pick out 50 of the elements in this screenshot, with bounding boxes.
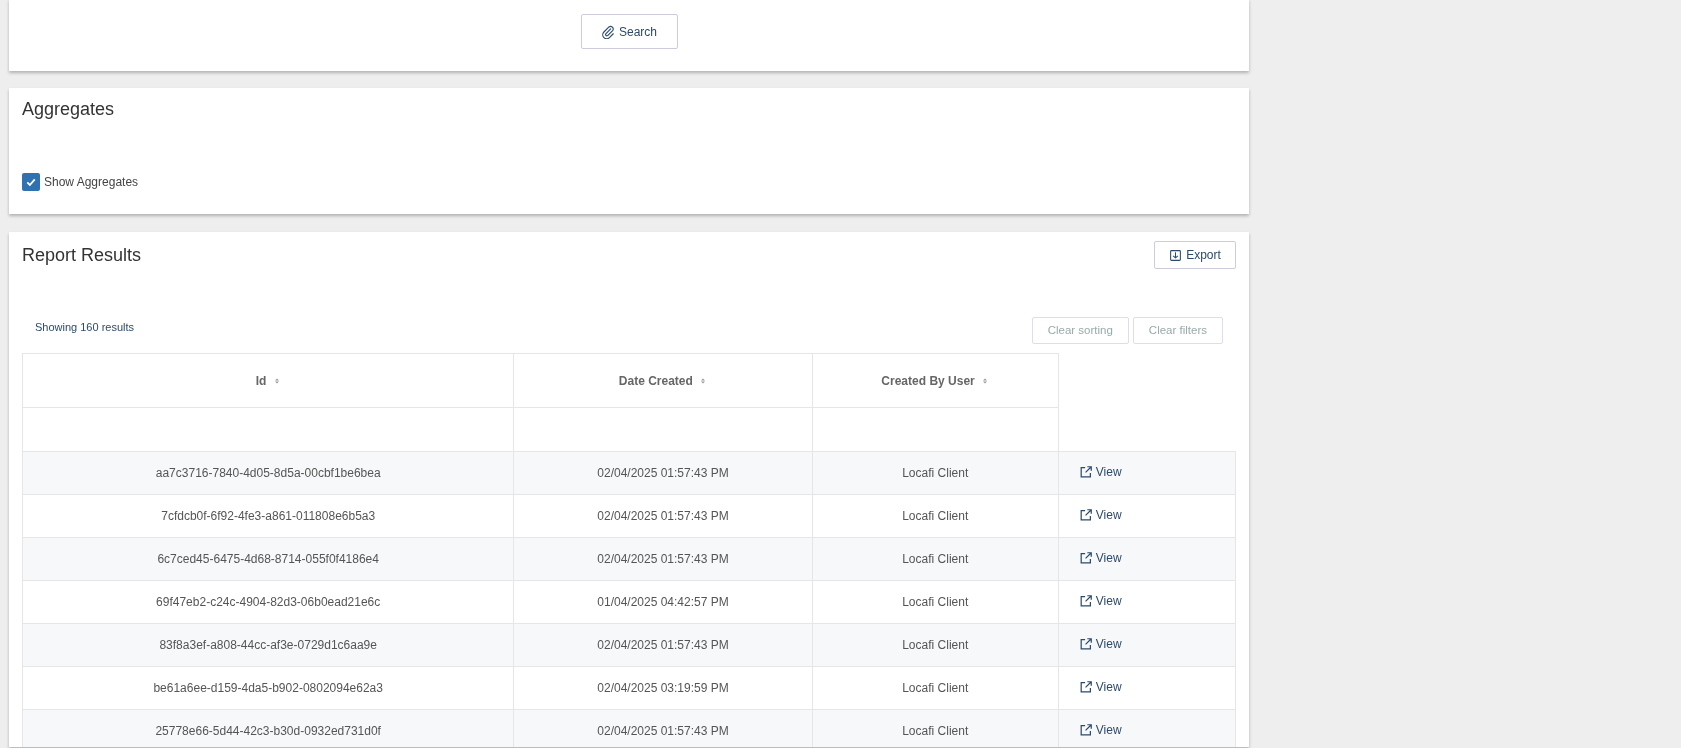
export-button[interactable]: Export bbox=[1154, 241, 1236, 269]
external-link-icon bbox=[1078, 550, 1093, 565]
result-count: Showing 160 results bbox=[35, 320, 135, 335]
view-link[interactable]: View bbox=[1078, 720, 1122, 739]
table-cell: Locafi Client bbox=[812, 623, 1059, 667]
table-cell: aa7c3716-7840-4d05-8d5a-00cbf1be6bea bbox=[22, 451, 514, 495]
sort-icon bbox=[272, 377, 281, 386]
external-link-icon bbox=[1078, 464, 1093, 479]
view-link[interactable]: View bbox=[1078, 462, 1122, 481]
table-cell: Locafi Client bbox=[812, 709, 1059, 747]
view-link[interactable]: View bbox=[1078, 634, 1122, 653]
checkbox-label: Show Aggregates bbox=[44, 173, 139, 191]
column-header[interactable]: Date Created bbox=[513, 353, 813, 408]
table-cell: Locafi Client bbox=[812, 451, 1059, 495]
view-link[interactable]: View bbox=[1078, 591, 1122, 610]
table-cell: 83f8a3ef-a808-44cc-af3e-0729d1c6aa9e bbox=[22, 623, 514, 667]
table-cell: Locafi Client bbox=[812, 666, 1059, 710]
table-cell: Locafi Client bbox=[812, 494, 1059, 538]
table-cell: 02/04/2025 01:57:43 PM bbox=[513, 623, 813, 667]
view-link[interactable]: View bbox=[1078, 548, 1122, 567]
table-cell: 6c7ced45-6475-4d68-8714-055f0f4186e4 bbox=[22, 537, 514, 581]
table-cell: 02/04/2025 01:57:43 PM bbox=[513, 537, 813, 581]
table-cell: 25778e66-5d44-42c3-b30d-0932ed731d0f bbox=[22, 709, 514, 747]
table-cell: Locafi Client bbox=[812, 580, 1059, 624]
column-header[interactable]: Id bbox=[22, 353, 514, 408]
view-link[interactable]: View bbox=[1078, 677, 1122, 696]
view-link[interactable]: View bbox=[1078, 505, 1122, 524]
section-title: Aggregates bbox=[22, 99, 116, 121]
search-button[interactable]: Search bbox=[580, 14, 678, 49]
download-icon bbox=[1169, 248, 1183, 262]
section-title: Report Results bbox=[22, 245, 142, 267]
table-cell: Locafi Client bbox=[812, 537, 1059, 581]
external-link-icon bbox=[1078, 679, 1093, 694]
paperclip-icon bbox=[601, 24, 615, 39]
external-link-icon bbox=[1078, 507, 1093, 522]
column-header[interactable]: Created By User bbox=[812, 353, 1059, 408]
table-cell: 02/04/2025 03:19:59 PM bbox=[513, 666, 813, 710]
table-cell: be61a6ee-d159-4da5-b902-0802094e62a3 bbox=[22, 666, 514, 710]
table-cell: 7cfdcb0f-6f92-4fe3-a861-011808e6b5a3 bbox=[22, 494, 514, 538]
table-cell: 01/04/2025 04:42:57 PM bbox=[513, 580, 813, 624]
external-link-icon bbox=[1078, 636, 1093, 651]
sort-icon bbox=[699, 377, 708, 386]
sort-icon bbox=[981, 377, 990, 386]
table-cell: 02/04/2025 01:57:43 PM bbox=[513, 709, 813, 747]
table-cell: 69f47eb2-c24c-4904-82d3-06b0ead21e6c bbox=[22, 580, 514, 624]
external-link-icon bbox=[1078, 722, 1093, 737]
external-link-icon bbox=[1078, 593, 1093, 608]
table-cell: 02/04/2025 01:57:43 PM bbox=[513, 494, 813, 538]
table-cell: 02/04/2025 01:57:43 PM bbox=[513, 451, 813, 495]
checkbox[interactable] bbox=[22, 172, 40, 191]
